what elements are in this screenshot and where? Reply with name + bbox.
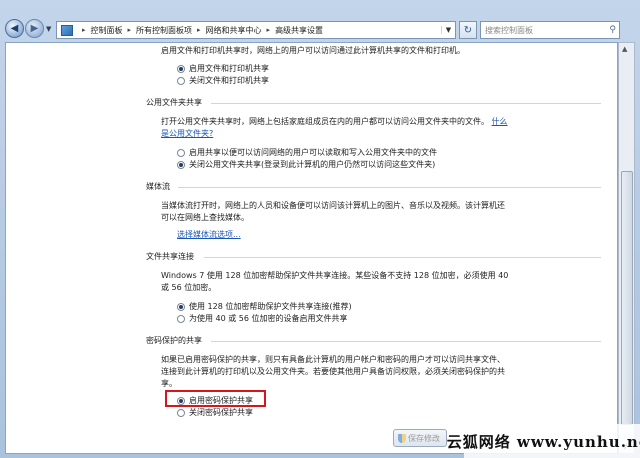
radio-128-bit-encryption[interactable]: 使用 128 位加密帮助保护文件共享连接(推荐) — [177, 301, 352, 312]
refresh-icon: ↻ — [463, 24, 473, 36]
section-divider — [211, 103, 601, 104]
radio-disable-public-folder-sharing[interactable]: 关闭公用文件夹共享(登录到此计算机的用户仍然可以访问这些文件夹) — [177, 159, 435, 170]
refresh-button[interactable]: ↻ — [459, 21, 477, 39]
password-sharing-description-2: 连接到此计算机的打印机以及公用文件夹。若要使其他用户具备访问权限，必须关闭密码保… — [161, 367, 505, 376]
chevron-right-icon[interactable]: ▸ — [267, 26, 271, 34]
chevron-right-icon[interactable]: ▸ — [128, 26, 132, 34]
radio-label: 使用 128 位加密帮助保护文件共享连接(推荐) — [189, 302, 352, 311]
navigation-bar: ◀ ▶ ▼ ▸ 控制面板 ▸ 所有控制面板项 ▸ 网络和共享中心 ▸ 高级共享设… — [0, 16, 640, 42]
radio-dot[interactable] — [177, 408, 185, 417]
radio-40-56-bit-encryption[interactable]: 为使用 40 或 56 位加密的设备启用文件共享 — [177, 313, 348, 324]
what-is-public-folder-link-1[interactable]: 什么 — [492, 117, 508, 126]
what-is-public-folder-link[interactable]: 是公用文件夹? — [161, 129, 213, 139]
address-bar[interactable]: ▸ 控制面板 ▸ 所有控制面板项 ▸ 网络和共享中心 ▸ 高级共享设置 ▼ — [56, 21, 456, 39]
search-icon: ⚲ — [609, 25, 616, 35]
scrollbar-thumb[interactable] — [621, 171, 633, 425]
forward-arrow-icon: ▶ — [30, 23, 39, 34]
breadcrumb-control-panel[interactable]: 控制面板 — [91, 25, 123, 36]
choose-media-streaming-options-link[interactable]: 选择媒体流选项... — [177, 230, 241, 240]
recent-pages-dropdown-icon[interactable]: ▼ — [46, 25, 51, 33]
save-changes-button[interactable]: 保存修改 — [393, 429, 447, 447]
radio-disable-file-printer-sharing[interactable]: 关闭文件和打印机共享 — [177, 75, 269, 86]
radio-label: 关闭公用文件夹共享(登录到此计算机的用户仍然可以访问这些文件夹) — [189, 160, 436, 169]
highlight-box — [165, 390, 266, 407]
address-dropdown-icon[interactable]: ▼ — [441, 26, 455, 34]
scroll-up-icon[interactable]: ▲ — [622, 45, 627, 53]
section-title-public-folder: 公用文件夹共享 — [146, 98, 202, 107]
settings-content: 启用文件和打印机共享时，网络上的用户可以访问通过此计算机共享的文件和打印机。 启… — [5, 42, 618, 454]
password-sharing-description-3: 享。 — [161, 379, 177, 388]
control-panel-icon — [61, 24, 73, 36]
radio-label: 为使用 40 或 56 位加密的设备启用文件共享 — [189, 314, 348, 323]
breadcrumb-network-center[interactable]: 网络和共享中心 — [206, 25, 262, 36]
radio-enable-public-folder-sharing[interactable]: 启用共享以便可以访问网络的用户可以读取和写入公用文件夹中的文件 — [177, 147, 437, 158]
password-sharing-description-1: 如果已启用密码保护的共享，则只有具备此计算机的用户帐户和密码的用户才可以访问共享… — [161, 355, 505, 364]
breadcrumb-all-items[interactable]: 所有控制面板项 — [136, 25, 192, 36]
search-box[interactable]: 搜索控制面板 ⚲ — [480, 21, 620, 39]
radio-label: 关闭文件和打印机共享 — [189, 76, 269, 85]
radio-label: 启用共享以便可以访问网络的用户可以读取和写入公用文件夹中的文件 — [189, 148, 437, 157]
section-divider — [178, 187, 601, 188]
search-placeholder: 搜索控制面板 — [485, 25, 533, 35]
back-arrow-icon: ◀ — [10, 23, 19, 34]
vertical-scrollbar[interactable]: ▲ ▼ — [618, 42, 635, 454]
media-streaming-description-1: 当媒体流打开时，网络上的人员和设备便可以访问该计算机上的图片、音乐以及视频。该计… — [161, 201, 505, 210]
forward-button[interactable]: ▶ — [25, 19, 44, 38]
radio-label: 关闭密码保护共享 — [189, 408, 253, 417]
public-folder-description: 打开公用文件夹共享时，网络上包括家庭组成员在内的用户都可以访问公用文件夹中的文件… — [161, 117, 508, 126]
file-printer-description: 启用文件和打印机共享时，网络上的用户可以访问通过此计算机共享的文件和打印机。 — [161, 46, 465, 55]
chevron-right-icon[interactable]: ▸ — [82, 26, 86, 34]
radio-dot[interactable] — [177, 76, 185, 85]
file-sharing-connections-description-2: 或 56 位加密。 — [161, 283, 217, 292]
control-panel-window: ◀ ▶ ▼ ▸ 控制面板 ▸ 所有控制面板项 ▸ 网络和共享中心 ▸ 高级共享设… — [0, 0, 640, 458]
save-changes-label: 保存修改 — [408, 433, 440, 443]
file-sharing-connections-description-1: Windows 7 使用 128 位加密帮助保护文件共享连接。某些设备不支持 1… — [161, 271, 509, 280]
site-watermark: 云狐网络 www.yunhu.net — [447, 424, 640, 458]
radio-enable-file-printer-sharing[interactable]: 启用文件和打印机共享 — [177, 63, 269, 74]
radio-dot[interactable] — [177, 160, 185, 169]
section-title-password-protected-sharing: 密码保护的共享 — [146, 336, 202, 345]
section-title-file-sharing-connections: 文件共享连接 — [146, 252, 194, 261]
breadcrumb-advanced-sharing[interactable]: 高级共享设置 — [275, 25, 323, 36]
uac-shield-icon — [398, 433, 406, 443]
radio-disable-password-protected-sharing[interactable]: 关闭密码保护共享 — [177, 407, 253, 418]
back-button[interactable]: ◀ — [5, 19, 24, 38]
radio-dot[interactable] — [177, 148, 185, 157]
section-divider — [211, 341, 601, 342]
section-title-media-streaming: 媒体流 — [146, 182, 170, 191]
radio-dot[interactable] — [177, 314, 185, 323]
radio-dot[interactable] — [177, 64, 185, 73]
section-divider — [204, 257, 601, 258]
radio-label: 启用文件和打印机共享 — [189, 64, 269, 73]
radio-dot[interactable] — [177, 302, 185, 311]
media-streaming-description-2: 可以在网络上查找媒体。 — [161, 213, 249, 222]
chevron-right-icon[interactable]: ▸ — [197, 26, 201, 34]
